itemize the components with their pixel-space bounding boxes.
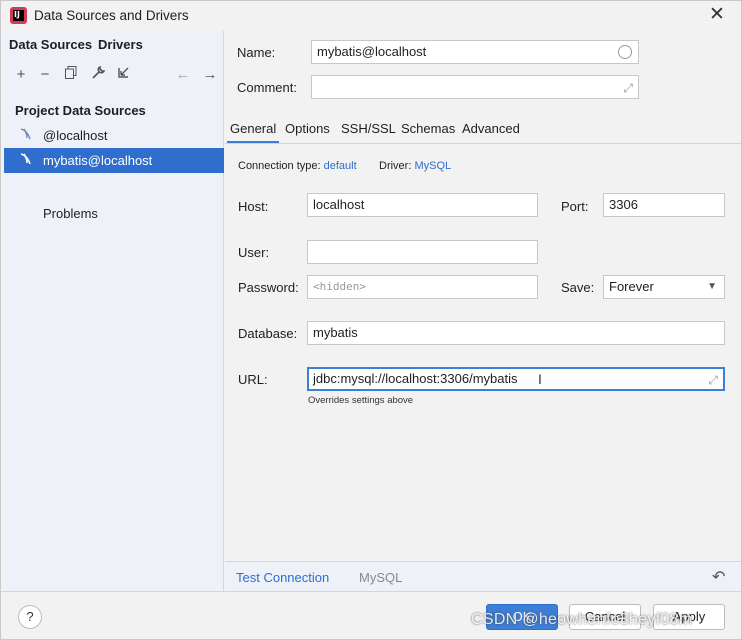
driver-info: Driver: MySQL — [379, 160, 451, 172]
password-placeholder: <hidden> — [313, 280, 366, 293]
driver-footer-label: MySQL — [359, 570, 403, 585]
database-field[interactable]: mybatis — [307, 321, 725, 345]
tabs-divider — [225, 143, 741, 144]
connection-type-link[interactable]: default — [324, 160, 357, 172]
name-value: mybatis@localhost — [317, 44, 427, 59]
connection-type-label: Connection type: — [238, 160, 321, 172]
database-label: Database: — [238, 326, 298, 341]
sidebar-item-problems[interactable]: Problems — [43, 206, 98, 221]
expand-icon[interactable]: ⤢ — [623, 77, 633, 99]
tab-schemas[interactable]: Schemas — [401, 121, 455, 136]
tab-drivers[interactable]: Drivers — [98, 37, 143, 52]
port-field[interactable]: 3306 — [603, 193, 725, 217]
back-arrow-icon[interactable]: ← — [173, 65, 193, 85]
port-value: 3306 — [609, 197, 638, 212]
chevron-down-icon: ▼ — [707, 281, 717, 292]
url-label: URL: — [238, 372, 268, 387]
settings-tabs: General Options SSH/SSL Schemas Advanced — [225, 117, 742, 143]
ok-button[interactable]: OK — [486, 604, 558, 630]
datasource-label: mybatis@localhost — [43, 153, 153, 168]
host-field[interactable]: localhost — [307, 193, 538, 217]
datasource-item-localhost[interactable]: @localhost — [4, 123, 224, 148]
host-label: Host: — [238, 199, 269, 214]
mysql-dolphin-icon — [18, 127, 36, 143]
window-title: Data Sources and Drivers — [34, 8, 189, 23]
url-value: jdbc:mysql://localhost:3306/mybatis — [313, 371, 518, 386]
save-label: Save: — [561, 280, 595, 295]
host-value: localhost — [313, 197, 365, 212]
save-value: Forever — [609, 279, 654, 294]
port-label: Port: — [561, 199, 589, 214]
driver-link[interactable]: MySQL — [414, 160, 451, 172]
add-icon[interactable]: + — [11, 65, 31, 85]
tab-ssh-ssl[interactable]: SSH/SSL — [341, 121, 396, 136]
save-dropdown[interactable]: Forever ▼ — [603, 275, 725, 299]
cancel-button[interactable]: Cancel — [569, 604, 641, 630]
apply-button[interactable]: Apply — [653, 604, 725, 630]
database-value: mybatis — [313, 325, 358, 340]
sidebar: Data Sources Drivers + − ← → Project Dat… — [4, 31, 224, 591]
intellij-icon: IJ — [10, 7, 27, 24]
tab-options[interactable]: Options — [285, 121, 330, 136]
comment-field[interactable]: ⤢ — [311, 75, 639, 99]
project-data-sources-heading: Project Data Sources — [15, 103, 146, 118]
driver-label: Driver: — [379, 160, 412, 172]
text-cursor-icon: I — [538, 371, 542, 387]
duplicate-icon[interactable] — [61, 65, 81, 85]
close-icon[interactable]: ✕ — [707, 5, 727, 25]
revert-icon[interactable]: ↶ — [712, 567, 725, 587]
connection-type: Connection type: default — [238, 160, 357, 172]
password-field[interactable]: <hidden> — [307, 275, 538, 299]
remove-icon[interactable]: − — [35, 65, 55, 85]
active-tab-indicator — [227, 141, 279, 143]
name-field[interactable]: mybatis@localhost — [311, 40, 639, 64]
test-connection-link[interactable]: Test Connection — [236, 570, 329, 585]
datasource-item-mybatis[interactable]: mybatis@localhost — [4, 148, 224, 173]
mysql-dolphin-icon — [18, 152, 36, 168]
wrench-icon[interactable] — [88, 65, 108, 85]
help-button[interactable]: ? — [18, 605, 42, 629]
sidebar-toolbar: + − ← → — [4, 65, 224, 87]
import-icon[interactable] — [113, 65, 133, 85]
user-label: User: — [238, 245, 270, 260]
forward-arrow-icon[interactable]: → — [200, 65, 220, 85]
url-hint: Overrides settings above — [308, 395, 414, 406]
expand-icon[interactable]: ⤢ — [708, 370, 718, 390]
url-field[interactable]: jdbc:mysql://localhost:3306/mybatis I ⤢ — [307, 367, 725, 391]
color-circle-icon[interactable] — [618, 45, 632, 59]
password-label: Password: — [238, 280, 299, 295]
name-label: Name: — [237, 45, 276, 60]
datasource-label: @localhost — [43, 128, 108, 143]
title-bar: IJ Data Sources and Drivers ✕ — [1, 1, 741, 31]
tab-data-sources[interactable]: Data Sources — [9, 37, 92, 52]
comment-label: Comment: — [237, 80, 297, 95]
dialog-window: IJ Data Sources and Drivers ✕ Data Sourc… — [0, 0, 742, 640]
tab-general[interactable]: General — [230, 121, 276, 136]
tab-advanced[interactable]: Advanced — [462, 121, 520, 136]
sidebar-tabs: Data Sources Drivers — [4, 31, 223, 59]
user-field[interactable] — [307, 240, 538, 264]
